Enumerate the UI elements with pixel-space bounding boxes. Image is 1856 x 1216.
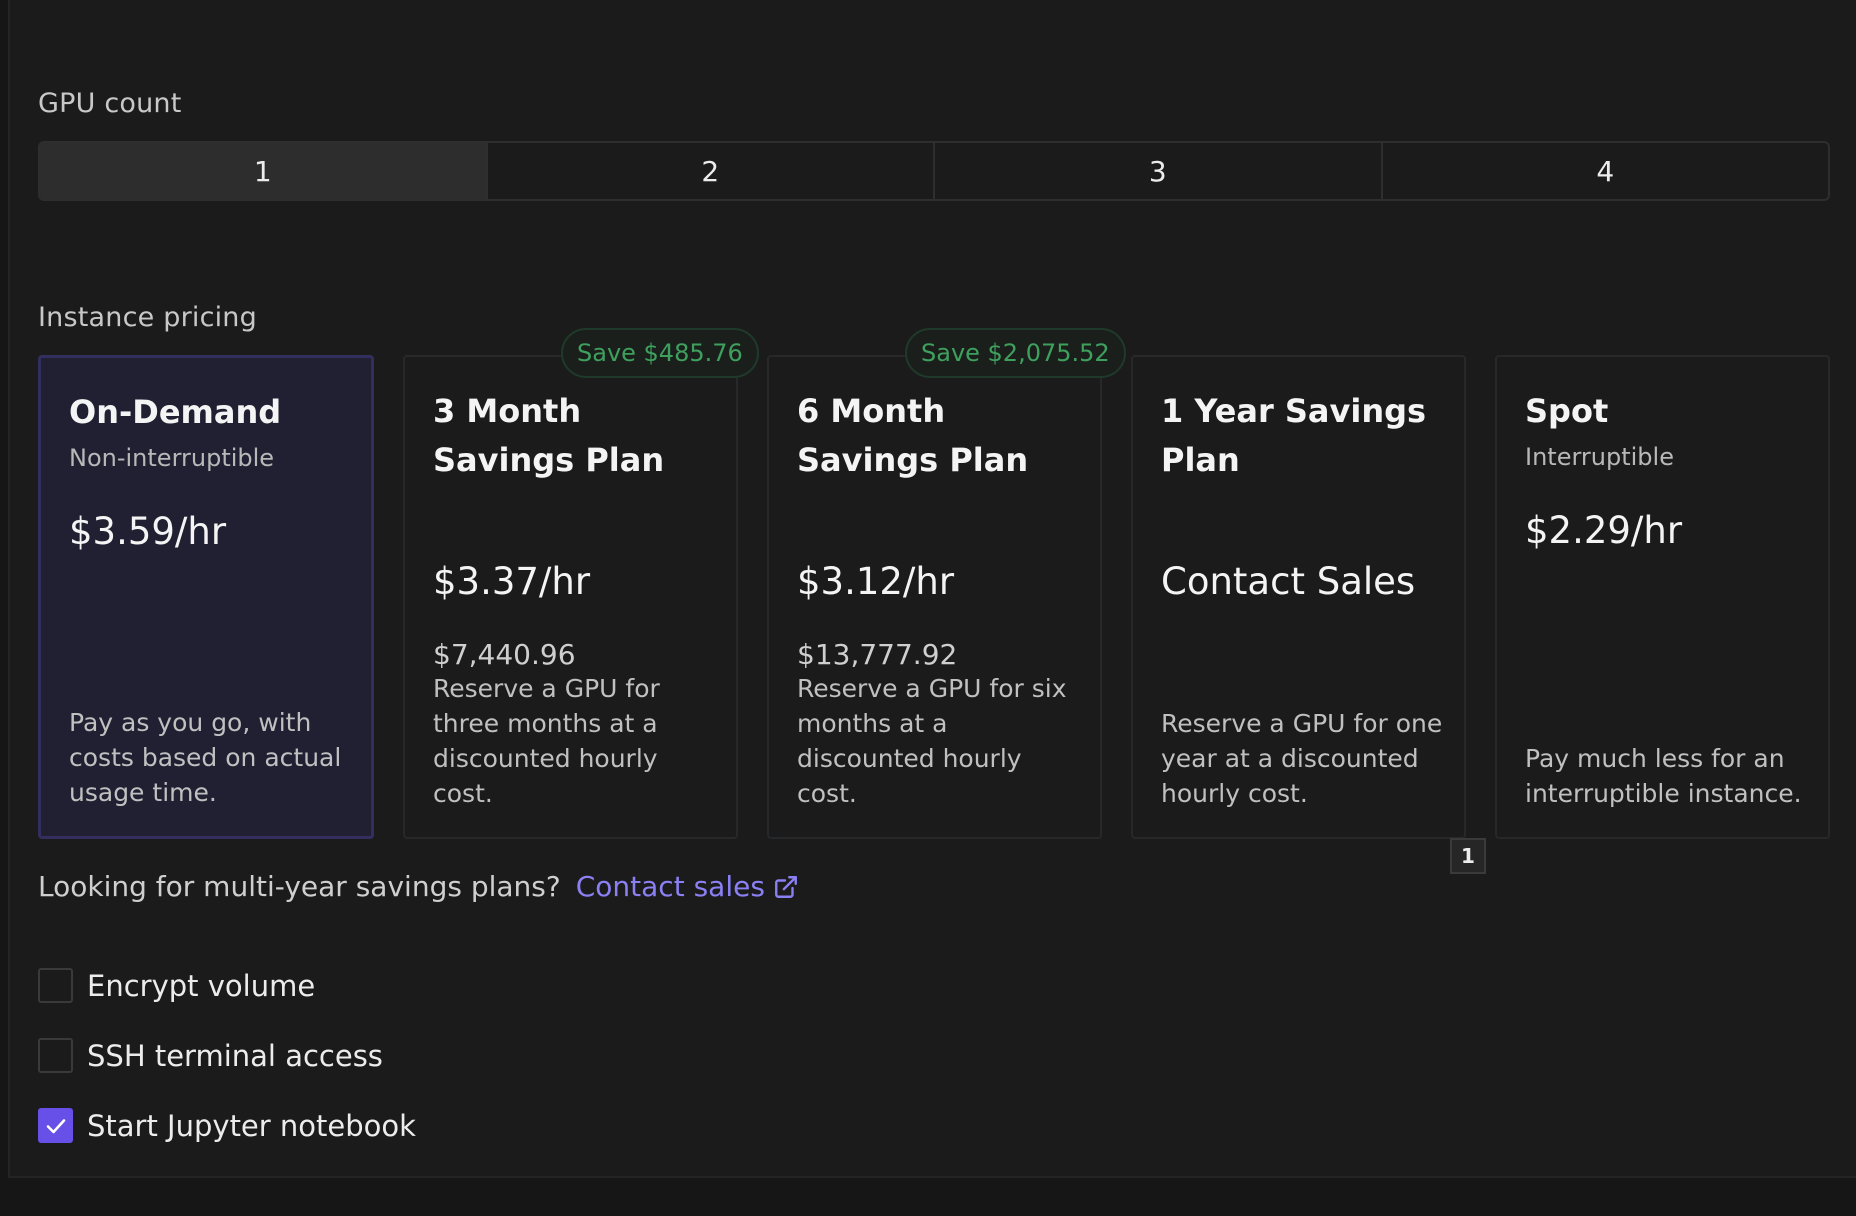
plan-price: $3.12/hr: [797, 560, 955, 603]
plan-total: $13,777.92: [797, 638, 958, 671]
plan-card-1-year[interactable]: 1 Year Savings Plan Contact Sales Reserv…: [1131, 355, 1466, 839]
plan-description: Pay as you go, with costs based on actua…: [69, 708, 342, 807]
external-link-icon: [774, 875, 797, 898]
plan-description: Reserve a GPU for six months at a discou…: [797, 674, 1067, 808]
gpu-count-option-2[interactable]: 2: [488, 143, 935, 199]
savings-badge-3-month: Save $485.76: [561, 328, 759, 378]
gpu-count-option-3[interactable]: 3: [935, 143, 1383, 199]
plan-card-on-demand[interactable]: On-Demand Non-interruptible $3.59/hr Pay…: [38, 355, 374, 839]
plan-subtitle: Non-interruptible: [69, 444, 275, 472]
encrypt-volume-option[interactable]: Encrypt volume: [38, 968, 315, 1003]
gpu-count-label: GPU count: [38, 88, 182, 119]
gpu-count-option-1[interactable]: 1: [40, 143, 488, 199]
plan-description: Pay much less for an interruptible insta…: [1525, 744, 1802, 808]
plan-description: Reserve a GPU for one year at a discount…: [1161, 709, 1443, 808]
encrypt-volume-label: Encrypt volume: [87, 968, 316, 1003]
plan-price: $3.37/hr: [433, 560, 591, 603]
gpu-count-selector: 1 2 3 4: [38, 141, 1830, 201]
contact-sales-link[interactable]: Contact sales: [576, 870, 799, 903]
plan-description: Reserve a GPU for three months at a disc…: [433, 674, 660, 808]
jupyter-notebook-checkbox[interactable]: [38, 1108, 73, 1143]
index-badge: 1: [1450, 838, 1486, 874]
encrypt-volume-checkbox[interactable]: [38, 968, 73, 1003]
ssh-access-label: SSH terminal access: [87, 1038, 383, 1073]
multiyear-prompt: Looking for multi-year savings plans? Co…: [38, 870, 799, 903]
jupyter-notebook-label: Start Jupyter notebook: [87, 1108, 416, 1143]
gpu-count-option-4[interactable]: 4: [1383, 143, 1829, 199]
plan-price: Contact Sales: [1161, 560, 1416, 603]
plan-name: On-Demand: [69, 393, 282, 431]
checkmark-icon: [46, 1118, 65, 1133]
ssh-access-option[interactable]: SSH terminal access: [38, 1038, 383, 1073]
plan-name: 6 Month Savings Plan: [797, 392, 1029, 479]
plan-card-6-month[interactable]: 6 Month Savings Plan $3.12/hr $13,777.92…: [767, 355, 1102, 839]
instance-pricing-label: Instance pricing: [38, 302, 257, 333]
plan-card-spot[interactable]: Spot Interruptible $2.29/hr Pay much les…: [1495, 355, 1830, 839]
savings-badge-6-month: Save $2,075.52: [905, 328, 1126, 378]
plan-name: 1 Year Savings Plan: [1161, 392, 1427, 479]
plan-total: $7,440.96: [433, 638, 576, 671]
contact-sales-label: Contact sales: [575, 870, 765, 903]
multiyear-text: Looking for multi-year savings plans?: [38, 870, 561, 903]
plan-price: $3.59/hr: [69, 510, 227, 553]
jupyter-notebook-option[interactable]: Start Jupyter notebook: [38, 1108, 416, 1143]
plan-name: 3 Month Savings Plan: [433, 392, 665, 479]
plan-price: $2.29/hr: [1525, 509, 1683, 552]
plan-subtitle: Interruptible: [1525, 443, 1674, 471]
ssh-access-checkbox[interactable]: [38, 1038, 73, 1073]
plan-card-3-month[interactable]: 3 Month Savings Plan $3.37/hr $7,440.96 …: [403, 355, 738, 839]
plan-name: Spot: [1525, 392, 1609, 430]
